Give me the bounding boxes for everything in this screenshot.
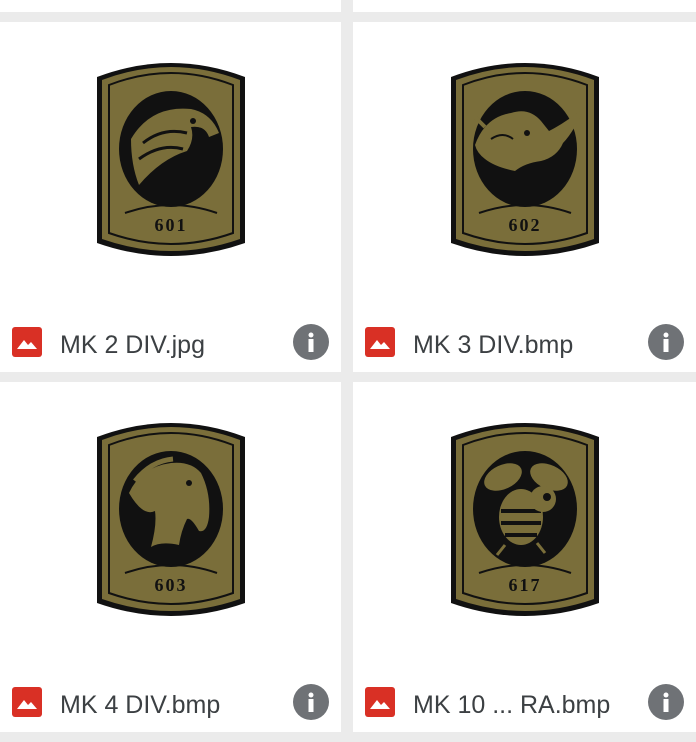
file-name: MK 4 DIV.bmp — [60, 691, 221, 719]
file-thumbnail[interactable]: 602 — [353, 22, 696, 292]
image-icon — [12, 687, 42, 717]
info-icon[interactable] — [648, 684, 684, 720]
badge-image: 601 — [96, 63, 245, 256]
file-card[interactable]: 601 MK 2 DIV.jpg — [0, 22, 341, 372]
card-partial-top-right[interactable] — [353, 0, 696, 12]
file-name: MK 3 DIV.bmp — [413, 331, 574, 359]
badge-image: 603 — [96, 423, 245, 616]
info-icon[interactable] — [293, 324, 329, 360]
file-card[interactable]: 617 MK 10 ... RA.bmp — [353, 382, 696, 732]
file-card[interactable]: 602 MK 3 DIV.bmp — [353, 22, 696, 372]
badge-number: 603 — [154, 575, 187, 595]
image-icon — [365, 687, 395, 717]
badge-number: 602 — [508, 215, 541, 235]
image-icon — [365, 327, 395, 357]
file-name: MK 2 DIV.jpg — [60, 331, 205, 359]
file-name: MK 10 ... RA.bmp — [413, 691, 611, 719]
file-thumbnail[interactable]: 603 — [0, 382, 341, 652]
badge-number: 617 — [508, 575, 541, 595]
badge-image: 617 — [450, 423, 599, 616]
file-thumbnail[interactable]: 601 — [0, 22, 341, 292]
info-icon[interactable] — [648, 324, 684, 360]
file-thumbnail[interactable]: 617 — [353, 382, 696, 652]
badge-number: 601 — [154, 215, 187, 235]
file-card[interactable]: 603 MK 4 DIV.bmp — [0, 382, 341, 732]
badge-image: 602 — [450, 63, 599, 256]
info-icon[interactable] — [293, 684, 329, 720]
image-icon — [12, 327, 42, 357]
card-partial-top-left[interactable] — [0, 0, 341, 12]
